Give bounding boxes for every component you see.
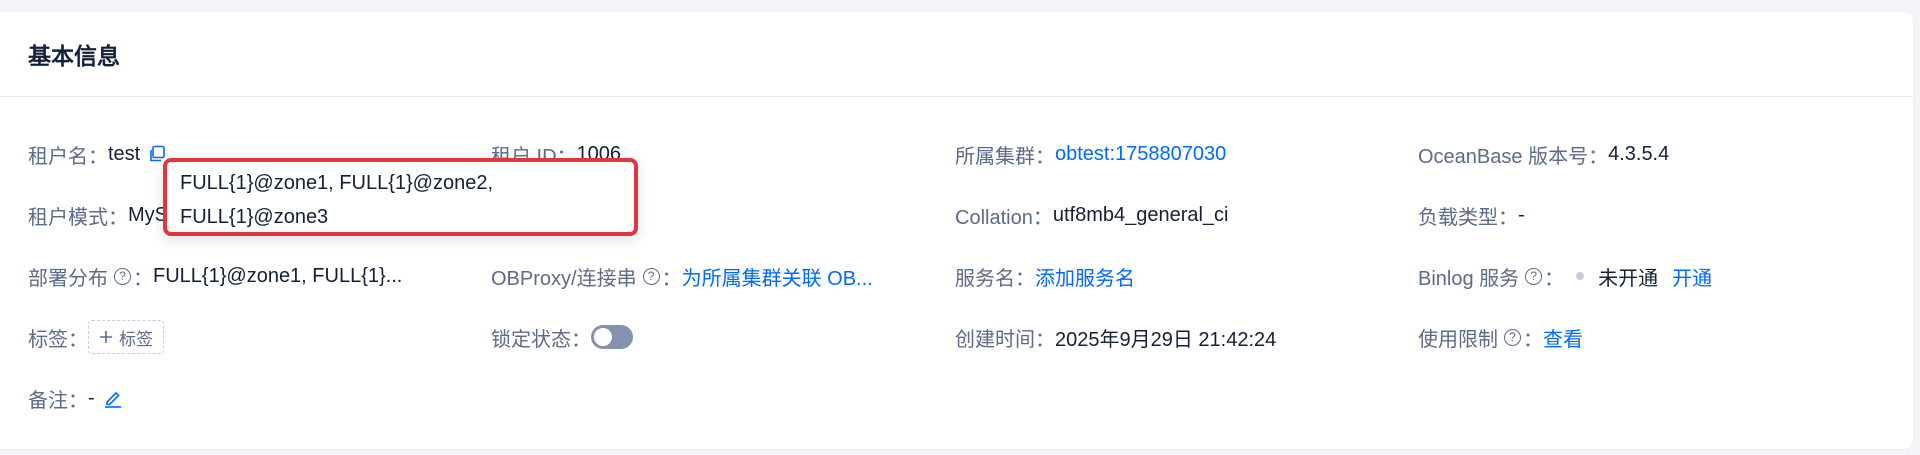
ob-version-label: OceanBase 版本号：: [1418, 145, 1609, 168]
help-icon[interactable]: ?: [642, 267, 660, 285]
binlog-colon: ：: [1544, 267, 1565, 290]
enable-binlog-link[interactable]: 开通: [1672, 262, 1712, 291]
binlog-label: Binlog 服务: [1418, 267, 1520, 290]
remark-label: 备注：: [28, 389, 88, 412]
usage-limit-colon: ：: [1523, 328, 1543, 351]
card-header: 基本信息: [0, 12, 1913, 97]
lock-toggle[interactable]: [591, 325, 633, 349]
view-usage-link[interactable]: 查看: [1543, 323, 1583, 352]
field-workload: 负载类型： -: [1418, 200, 1525, 230]
field-cluster: 所属集群： obtest:1758807030: [955, 139, 1226, 169]
field-binlog: Binlog 服务 ? ： 未开通 开通: [1418, 261, 1712, 291]
field-tags: 标签： 标签: [28, 320, 164, 354]
field-ob-version: OceanBase 版本号： 4.3.5.4: [1418, 139, 1669, 169]
add-service-link[interactable]: 添加服务名: [1035, 262, 1135, 291]
field-lock: 锁定状态：: [491, 322, 633, 352]
ob-version-value: 4.3.5.4: [1608, 142, 1670, 165]
edit-icon[interactable]: [103, 388, 123, 408]
field-service: 服务名： 添加服务名: [955, 261, 1135, 291]
tags-label: 标签：: [28, 328, 88, 351]
status-dot-icon: [1576, 272, 1585, 280]
tenant-name-value: test: [108, 142, 141, 165]
workload-label: 负载类型：: [1418, 206, 1518, 229]
tooltip-line-2: FULL{1}@zone3: [180, 206, 329, 228]
collation-label: Collation：: [955, 206, 1053, 229]
field-remark: 备注： -: [28, 383, 123, 413]
lock-label: 锁定状态：: [491, 328, 591, 351]
tooltip-line-1: FULL{1}@zone1, FULL{1}@zone2,: [180, 172, 494, 194]
created-value: 2025年9月29日 21:42:24: [1055, 328, 1277, 351]
card-title: 基本信息: [28, 43, 120, 69]
deployment-colon: ：: [133, 267, 153, 290]
cluster-link[interactable]: obtest:1758807030: [1055, 143, 1226, 166]
help-icon[interactable]: ?: [1504, 328, 1521, 346]
deployment-label: 部署分布: [28, 267, 108, 290]
binlog-status: 未开通: [1598, 267, 1659, 290]
tenant-mode-label: 租户模式：: [28, 206, 128, 229]
remark-value: -: [88, 386, 95, 409]
tenant-name-label: 租户名：: [28, 145, 108, 168]
help-icon[interactable]: ?: [114, 267, 131, 285]
created-label: 创建时间：: [955, 328, 1055, 351]
field-deployment: 部署分布 ? ： FULL{1}@zone1, FULL{1}...: [28, 261, 402, 291]
plus-icon: [100, 331, 112, 343]
service-label: 服务名：: [955, 267, 1035, 290]
cluster-label: 所属集群：: [955, 145, 1055, 168]
collation-value: utf8mb4_general_ci: [1052, 203, 1229, 226]
obproxy-link[interactable]: 为所属集群关联 OB...: [682, 262, 873, 291]
add-tag-label: 标签: [119, 329, 153, 349]
add-tag-button[interactable]: 标签: [88, 320, 164, 354]
field-tenant-name: 租户名： test: [28, 139, 166, 169]
obproxy-label: OBProxy/连接串: [491, 267, 637, 290]
workload-value: -: [1518, 203, 1525, 226]
deployment-tooltip: FULL{1}@zone1, FULL{1}@zone2, FULL{1}@zo…: [163, 158, 638, 236]
field-created: 创建时间： 2025年9月29日 21:42:24: [955, 322, 1276, 352]
deployment-value[interactable]: FULL{1}@zone1, FULL{1}...: [153, 265, 402, 288]
obproxy-colon: ：: [661, 267, 682, 290]
usage-limit-label: 使用限制: [1418, 328, 1498, 351]
help-icon[interactable]: ?: [1525, 267, 1543, 285]
field-usage-limit: 使用限制 ? ： 查看: [1418, 322, 1583, 352]
field-obproxy: OBProxy/连接串 ? ： 为所属集群关联 OB...: [491, 261, 873, 291]
field-collation: Collation： utf8mb4_general_ci: [955, 200, 1229, 230]
